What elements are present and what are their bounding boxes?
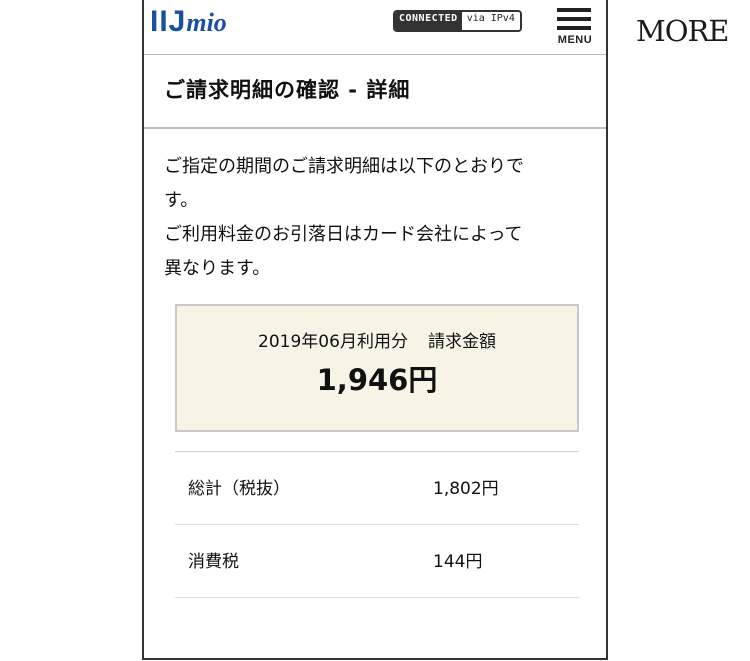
title-bar: ご請求明細の確認 - 詳細 xyxy=(144,55,606,129)
row-label: 総計（税抜） xyxy=(188,479,290,499)
billing-amount: 1,946円 xyxy=(316,363,438,397)
page-title: ご請求明細の確認 - 詳細 xyxy=(164,78,411,102)
description-line: 異なります。 xyxy=(164,258,271,279)
row-label: 消費税 xyxy=(188,552,239,572)
connection-via: via IPv4 xyxy=(461,12,520,30)
row-value: 144円 xyxy=(433,552,483,572)
app-header: IIJmio CONNECTED via IPv4 MENU xyxy=(144,0,606,55)
billing-summary-box: 2019年06月利用分 請求金額 1,946円 xyxy=(175,304,579,432)
billing-breakdown-table: 総計（税抜） 1,802円 消費税 144円 xyxy=(175,451,579,598)
connection-status: CONNECTED xyxy=(395,12,462,30)
table-row: 総計（税抜） 1,802円 xyxy=(175,452,579,525)
hamburger-icon-bar xyxy=(557,26,591,30)
description-line: ご指定の期間のご請求明細は以下のとおりで xyxy=(164,156,524,177)
table-row: 消費税 144円 xyxy=(175,525,579,598)
connection-badge: CONNECTED via IPv4 xyxy=(393,10,522,32)
iijmio-logo[interactable]: IIJmio xyxy=(150,2,227,42)
hamburger-icon xyxy=(557,8,591,12)
billing-period-line: 2019年06月利用分 請求金額 xyxy=(177,330,577,354)
logo-main-text: IIJ xyxy=(150,5,187,38)
amount-label: 請求金額 xyxy=(427,332,496,352)
phone-screen: IIJmio CONNECTED via IPv4 MENU ご請求明細の確認 … xyxy=(142,0,608,660)
hamburger-icon-bar xyxy=(557,17,591,21)
menu-label: MENU xyxy=(557,34,593,46)
magazine-watermark: MORE xyxy=(636,14,729,48)
description: ご指定の期間のご請求明細は以下のとおりで す。 ご利用料金のお引落日はカード会社… xyxy=(164,150,584,286)
description-line: ご利用料金のお引落日はカード会社によって xyxy=(164,224,523,245)
page: MORE IIJmio CONNECTED via IPv4 MENU ご請求明… xyxy=(0,0,750,661)
row-value: 1,802円 xyxy=(433,479,499,499)
logo-sub-text: mio xyxy=(186,8,227,37)
menu-button[interactable]: MENU xyxy=(554,6,596,50)
billing-period: 2019年06月利用分 xyxy=(258,332,408,352)
description-line: す。 xyxy=(164,190,199,211)
